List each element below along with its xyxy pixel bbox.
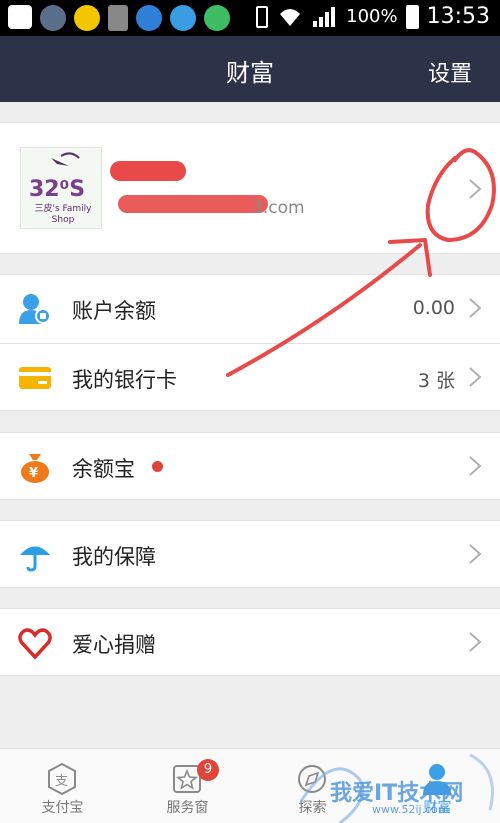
sim-icon	[108, 5, 128, 31]
redacted-name	[110, 161, 186, 181]
svg-text:支: 支	[55, 774, 68, 789]
page-title: 财富	[226, 59, 274, 87]
tab-service-window[interactable]: 9 服务窗	[125, 749, 250, 823]
app-icon	[74, 5, 100, 31]
account-group: 账户余额 0.00 我的银行卡 3 张	[0, 274, 500, 411]
chevron-right-icon	[469, 632, 482, 652]
notification-icons	[8, 5, 230, 31]
profile-email: 3.com	[252, 198, 305, 218]
bank-card-icon	[19, 367, 51, 389]
row-donation-label: 爱心捐赠	[72, 633, 156, 657]
battery-percent: 100%	[346, 6, 398, 27]
chevron-right-icon	[469, 544, 482, 564]
svg-text:¥: ¥	[29, 466, 38, 481]
chevron-right-icon	[469, 456, 482, 476]
row-insurance[interactable]: 我的保障	[0, 521, 500, 589]
chevron-right-icon	[469, 179, 482, 199]
browser-icon	[170, 5, 196, 31]
avatar-logo-text: 三皮's Family Shop	[34, 204, 92, 225]
status-bar: 100% 13:53	[0, 0, 500, 36]
row-yuebao[interactable]: ¥ 余额宝	[0, 433, 500, 501]
row-bank-card-value: 3 张	[417, 370, 455, 392]
donation-group: 爱心捐赠	[0, 608, 500, 676]
settings-button[interactable]: 设置	[428, 56, 472, 88]
wifi-icon	[280, 8, 301, 26]
row-balance-label: 账户余额	[72, 299, 156, 323]
battery-icon	[405, 4, 419, 29]
umbrella-icon	[20, 546, 50, 572]
profile-card[interactable]: 32⁰S 三皮's Family Shop 3.com	[0, 122, 500, 254]
row-balance-value: 0.00	[412, 297, 455, 319]
tab-service-window-label: 服务窗	[166, 800, 209, 816]
tab-alipay[interactable]: 支 支付宝	[0, 749, 125, 823]
insurance-group: 我的保障	[0, 520, 500, 588]
chat-icon	[204, 5, 230, 31]
row-bank-card-label: 我的银行卡	[72, 368, 177, 392]
alipay-icon: 支	[48, 762, 76, 796]
watermark-url: www.52ij.com	[372, 803, 449, 816]
avatar: 32⁰S 三皮's Family Shop	[20, 147, 102, 229]
row-donation[interactable]: 爱心捐赠	[0, 609, 500, 677]
vibrate-icon	[256, 5, 269, 28]
chevron-right-icon	[469, 298, 482, 318]
row-balance[interactable]: 账户余额 0.00	[0, 275, 500, 343]
status-indicators: 100% 13:53	[256, 4, 490, 29]
signal-icon	[313, 6, 336, 27]
redacted-email	[118, 195, 268, 213]
money-bag-icon: ¥	[21, 454, 49, 483]
svg-text:32⁰S: 32⁰S	[29, 177, 85, 202]
row-bank-card[interactable]: 我的银行卡 3 张	[0, 344, 500, 412]
row-yuebao-label: 余额宝	[72, 457, 135, 481]
tab-alipay-label: 支付宝	[41, 800, 84, 816]
heart-icon	[18, 628, 52, 660]
weather-icon	[40, 5, 66, 31]
new-dot-badge	[152, 461, 163, 472]
nav-bar: 财富 设置	[0, 36, 500, 102]
account-balance-icon	[19, 294, 51, 324]
add-icon	[8, 5, 32, 29]
headset-icon	[136, 5, 162, 31]
yuebao-group: ¥ 余额宝	[0, 432, 500, 500]
notification-badge: 9	[197, 759, 219, 781]
clock: 13:53	[426, 4, 490, 29]
chevron-right-icon	[469, 367, 482, 387]
row-insurance-label: 我的保障	[72, 545, 156, 569]
compass-icon	[298, 765, 326, 793]
